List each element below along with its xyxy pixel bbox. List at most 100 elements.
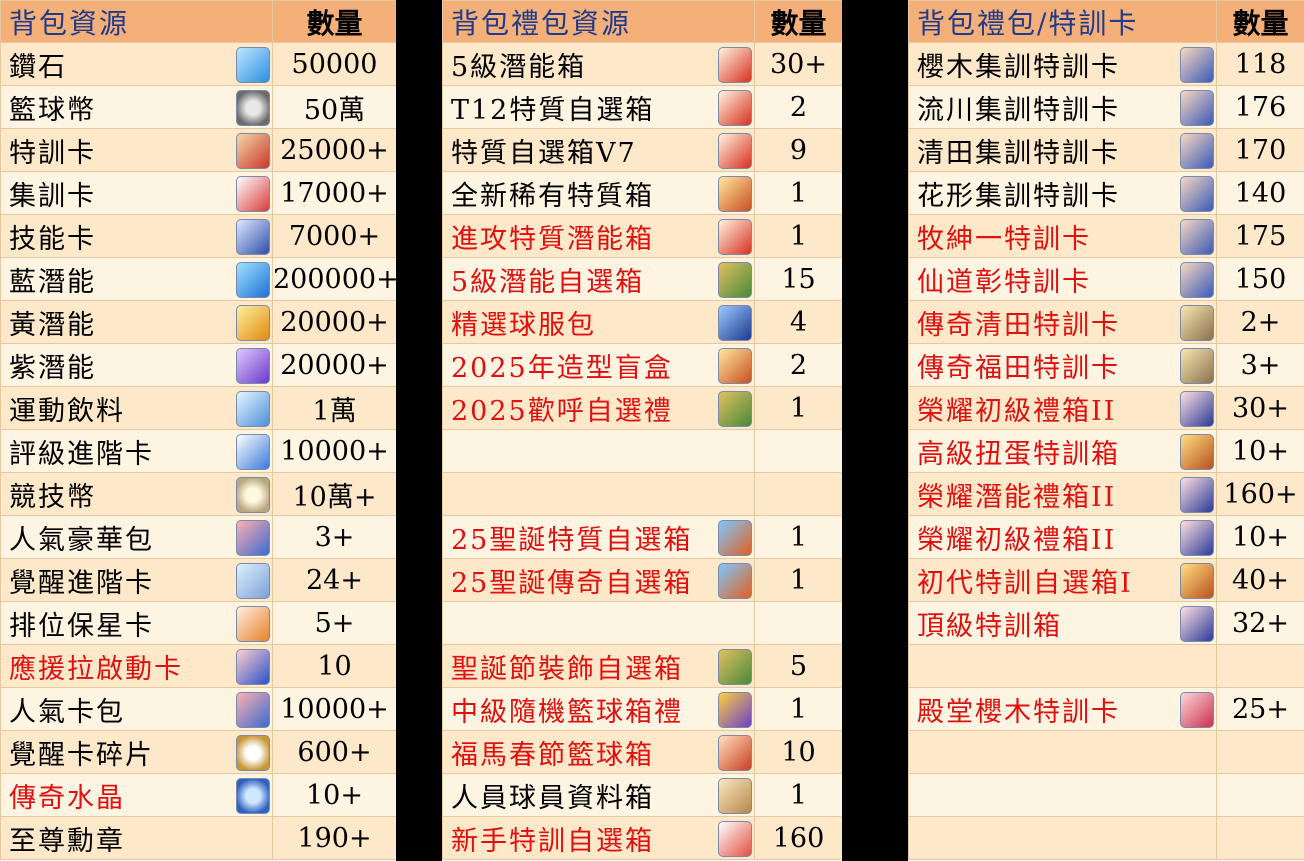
item-name: 頂級特訓箱 bbox=[917, 610, 1062, 642]
gift-ball-icon bbox=[718, 734, 752, 771]
item-name-cell: 應援拉啟動卡 bbox=[0, 644, 273, 688]
column-backpack-resources: 背包資源 數量 鑽石 50000 籃球幣 50萬 特訓卡 25000+ 集訓卡 17000+ 技能卡… bbox=[0, 0, 397, 860]
item-name-cell: 藍潛能 bbox=[0, 257, 273, 301]
item-name-cell bbox=[908, 644, 1217, 688]
table-row: 鑽石 50000 bbox=[0, 42, 397, 86]
item-name-cell: 運動飲料 bbox=[0, 386, 273, 430]
item-quantity bbox=[1216, 730, 1304, 774]
item-name: 25聖誕傳奇自選箱 bbox=[451, 567, 693, 599]
item-name-cell: 高級扭蛋特訓箱 bbox=[908, 429, 1217, 473]
table-row: 全新稀有特質箱 1 bbox=[442, 171, 843, 215]
table-row bbox=[908, 816, 1304, 860]
item-name-cell bbox=[442, 472, 755, 516]
item-name: 花形集訓特訓卡 bbox=[917, 180, 1120, 212]
table-row: 牧紳一特訓卡 175 bbox=[908, 214, 1304, 258]
table-row bbox=[908, 730, 1304, 774]
item-name-cell: 特質自選箱V7 bbox=[442, 128, 755, 172]
ticket-icon bbox=[236, 433, 270, 470]
item-quantity bbox=[1216, 773, 1304, 817]
item-quantity: 30+ bbox=[1216, 386, 1304, 430]
column-gift-resources: 背包禮包資源 數量 5級潛能箱 30+ T12特質自選箱 2 特質自選箱V7 9 全新稀有特質箱… bbox=[442, 0, 843, 860]
table-row: 櫻木集訓特訓卡 118 bbox=[908, 42, 1304, 86]
table-row: 集訓卡 17000+ bbox=[0, 171, 397, 215]
item-name-cell: 至尊勳章 bbox=[0, 816, 273, 860]
item-name-cell: 鑽石 bbox=[0, 42, 273, 86]
item-name-cell: 中級隨機籃球箱禮 bbox=[442, 687, 755, 731]
item-quantity: 40+ bbox=[1216, 558, 1304, 602]
column-divider bbox=[396, 0, 442, 861]
header-row: 背包禮包資源 數量 bbox=[442, 0, 843, 43]
item-quantity: 160 bbox=[754, 816, 843, 860]
item-name-cell: 福馬春節籃球箱 bbox=[442, 730, 755, 774]
item-quantity: 17000+ bbox=[272, 171, 397, 215]
item-name-cell: 新手特訓自選箱 bbox=[442, 816, 755, 860]
team-gold-icon bbox=[1180, 562, 1214, 599]
table-row: 殿堂櫻木特訓卡 25+ bbox=[908, 687, 1304, 731]
item-quantity bbox=[1216, 816, 1304, 860]
item-quantity: 10+ bbox=[272, 773, 397, 817]
card2-icon bbox=[236, 175, 270, 212]
item-name-cell: 特訓卡 bbox=[0, 128, 273, 172]
player-icon bbox=[1180, 175, 1214, 212]
item-quantity bbox=[754, 429, 843, 473]
item-name: 傳奇水晶 bbox=[9, 782, 125, 814]
gift-multi-icon bbox=[718, 648, 752, 685]
item-quantity: 140 bbox=[1216, 171, 1304, 215]
item-name: 中級隨機籃球箱禮 bbox=[451, 696, 683, 728]
star-icon bbox=[236, 605, 270, 642]
item-quantity: 30+ bbox=[754, 42, 843, 86]
header-row: 背包資源 數量 bbox=[0, 0, 397, 43]
table-row bbox=[908, 773, 1304, 817]
item-quantity: 10 bbox=[754, 730, 843, 774]
table-row: 傳奇福田特訓卡 3+ bbox=[908, 343, 1304, 387]
item-name-cell: 2025年造型盲盒 bbox=[442, 343, 755, 387]
item-name-cell: 流川集訓特訓卡 bbox=[908, 85, 1217, 129]
table-row: 聖誕節裝飾自選箱 5 bbox=[442, 644, 843, 688]
table-row: 覺醒進階卡 24+ bbox=[0, 558, 397, 602]
item-name: 技能卡 bbox=[9, 223, 96, 255]
item-quantity: 20000+ bbox=[272, 300, 397, 344]
table-row: 覺醒卡碎片 600+ bbox=[0, 730, 397, 774]
gift-xmas-icon bbox=[718, 519, 752, 556]
item-name-cell: 殿堂櫻木特訓卡 bbox=[908, 687, 1217, 731]
table-row: 中級隨機籃球箱禮 1 bbox=[442, 687, 843, 731]
item-name-cell: 聖誕節裝飾自選箱 bbox=[442, 644, 755, 688]
item-quantity: 1 bbox=[754, 214, 843, 258]
item-name-cell: 傳奇福田特訓卡 bbox=[908, 343, 1217, 387]
item-quantity: 118 bbox=[1216, 42, 1304, 86]
item-name-cell: 牧紳一特訓卡 bbox=[908, 214, 1217, 258]
item-name: 新手特訓自選箱 bbox=[451, 825, 654, 857]
item-name-cell: 初代特訓自選箱I bbox=[908, 558, 1217, 602]
item-quantity: 600+ bbox=[272, 730, 397, 774]
item-name-cell: 清田集訓特訓卡 bbox=[908, 128, 1217, 172]
item-quantity: 10000+ bbox=[272, 687, 397, 731]
item-name: 2025年造型盲盒 bbox=[451, 352, 673, 384]
item-quantity: 160+ bbox=[1216, 472, 1304, 516]
bottle-icon bbox=[236, 390, 270, 427]
item-name: 至尊勳章 bbox=[9, 825, 125, 857]
table-row: 進攻特質潛能箱 1 bbox=[442, 214, 843, 258]
item-name-cell: 傳奇清田特訓卡 bbox=[908, 300, 1217, 344]
item-name: 榮耀潛能禮箱II bbox=[917, 481, 1117, 513]
player-icon bbox=[1180, 89, 1214, 126]
inventory-table: 背包資源 數量 鑽石 50000 籃球幣 50萬 特訓卡 25000+ 集訓卡 17000+ 技能卡… bbox=[0, 0, 397, 860]
item-name-cell: 人員球員資料箱 bbox=[442, 773, 755, 817]
item-name: 競技幣 bbox=[9, 481, 96, 513]
table-row: 花形集訓特訓卡 140 bbox=[908, 171, 1304, 215]
item-name: 覺醒進階卡 bbox=[9, 567, 154, 599]
item-name-cell: 傳奇水晶 bbox=[0, 773, 273, 817]
item-name-cell bbox=[442, 601, 755, 645]
item-name: 籃球幣 bbox=[9, 94, 96, 126]
table-row bbox=[442, 601, 843, 645]
item-name-cell bbox=[442, 429, 755, 473]
item-name-cell: 籃球幣 bbox=[0, 85, 273, 129]
item-name: 黃潛能 bbox=[9, 309, 96, 341]
item-name: 應援拉啟動卡 bbox=[9, 653, 183, 685]
item-name: 藍潛能 bbox=[9, 266, 96, 298]
item-quantity: 5 bbox=[754, 644, 843, 688]
item-name-cell: 25聖誕傳奇自選箱 bbox=[442, 558, 755, 602]
item-name: 人員球員資料箱 bbox=[451, 782, 654, 814]
table-row: 清田集訓特訓卡 170 bbox=[908, 128, 1304, 172]
rocket-icon bbox=[236, 648, 270, 685]
item-name-cell: 精選球服包 bbox=[442, 300, 755, 344]
